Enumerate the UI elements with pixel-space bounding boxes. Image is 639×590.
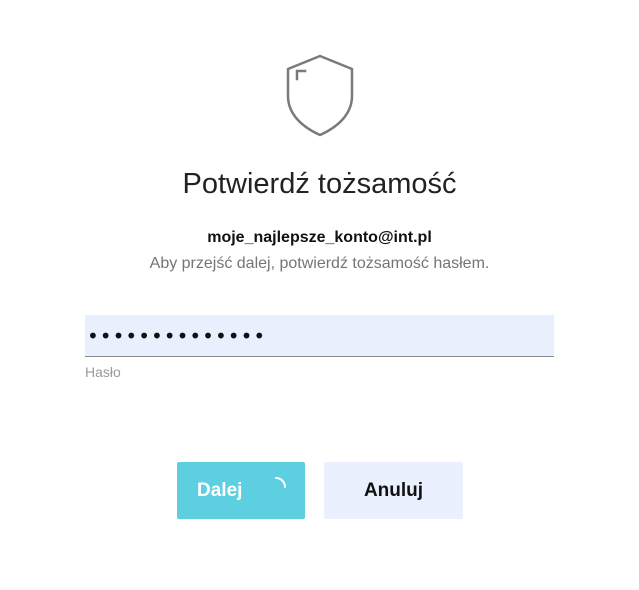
spinner-icon [275,477,286,488]
instruction-text: Aby przejść dalej, potwierdź tożsamość h… [149,255,490,272]
page-title: Potwierdź tożsamość [182,168,457,200]
account-email: moje_najlepsze_konto@int.pl [207,229,432,246]
password-label: Hasło [85,364,121,380]
cancel-button-label: Anuluj [363,480,424,501]
shield-icon [286,54,354,137]
next-button[interactable]: Dalej [177,462,305,519]
next-button-label: Dalej [197,480,243,501]
cancel-button[interactable]: Anuluj [324,462,463,519]
password-input[interactable] [85,315,554,357]
